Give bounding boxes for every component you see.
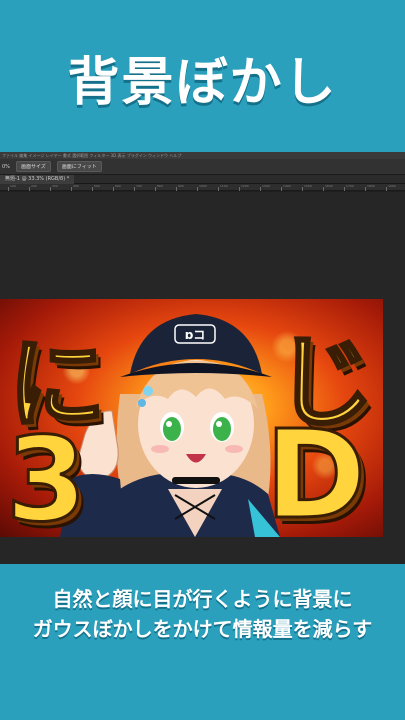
horizontal-ruler: 100 200 300 400 500 600 700 800 900 1000 1100 1200 1… [0,184,405,191]
ruler-number: 600 [115,184,121,188]
ruler-tick [113,187,114,191]
options-bar: 0% 画面サイズ 画面にフィット [0,159,405,175]
ruler-tick [323,187,324,191]
ruler-number: 1800 [367,184,375,188]
ruler-tick [386,187,387,191]
ruler-number: 1400 [283,184,291,188]
page-title: 背景ぼかし [67,53,338,113]
cap-logo-text: ɒコ [185,328,206,342]
left-eye-shine [166,421,172,427]
ruler-number: 1600 [325,184,333,188]
ruler-tick [29,187,30,191]
ruler-tick [218,187,219,191]
ruler-number: 1700 [346,184,354,188]
ruler-tick [197,187,198,191]
letter-3: 3 [5,412,89,538]
ruler-tick [71,187,72,191]
ruler-tick [134,187,135,191]
caption-line-1: 自然と顔に目が行くように背景に [52,587,353,611]
caption: 自然と顔に目が行くように背景に ガウスぼかしをかけて情報量を減らす [0,584,405,644]
ruler-number: 400 [73,184,79,188]
ruler-tick [176,187,177,191]
zoom-label: 0% [2,163,10,170]
document-tab[interactable]: 無題-1 @ 33.3% (RGB/8) * [0,175,75,184]
hair-clip-1 [143,386,153,396]
ruler-tick [50,187,51,191]
ruler-number: 900 [178,184,184,188]
caption-line-2: ガウスぼかしをかけて情報量を減らす [32,617,373,641]
canvas-area[interactable]: ɒコ に 3 じ D [0,192,405,564]
ruler-tick [365,187,366,191]
menu-bar[interactable]: ファイル 編集 イメージ レイヤー 書式 選択範囲 フィルター 3D 表示 プラ… [0,152,405,159]
ruler-tick [155,187,156,191]
ruler-number: 1900 [388,184,396,188]
ruler-number: 1200 [241,184,249,188]
ruler-number: 100 [10,184,16,188]
ruler-tick [302,187,303,191]
choker [172,477,220,484]
ruler-tick [8,187,9,191]
right-eye [213,417,231,441]
ruler-tick [281,187,282,191]
ruler-tick [239,187,240,191]
ruler-number: 1300 [262,184,270,188]
ruler-number: 1500 [304,184,312,188]
screen-size-button[interactable]: 画面サイズ [15,161,51,172]
hair-clip-2 [138,399,146,407]
right-eye-shine [216,421,222,427]
ruler-number: 700 [136,184,142,188]
ruler-number: 800 [157,184,163,188]
title-band: 背景ぼかし [0,0,405,152]
fit-screen-button[interactable]: 画面にフィット [56,161,102,172]
ruler-number: 200 [31,184,37,188]
left-eye [163,417,181,441]
thumbnail-artwork: ɒコ に 3 じ D [0,299,383,537]
ruler-tick [344,187,345,191]
left-blush [151,445,169,453]
ruler-number: 300 [52,184,58,188]
ruler-tick [92,187,93,191]
ruler-number: 500 [94,184,100,188]
photoshop-window: ファイル 編集 イメージ レイヤー 書式 選択範囲 フィルター 3D 表示 プラ… [0,152,405,564]
right-blush [225,445,243,453]
letter-d: D [263,403,367,538]
ruler-number: 1000 [199,184,207,188]
document-tab-bar: 無題-1 @ 33.3% (RGB/8) * [0,175,405,184]
ruler-number: 1100 [220,184,228,188]
ruler-tick [260,187,261,191]
